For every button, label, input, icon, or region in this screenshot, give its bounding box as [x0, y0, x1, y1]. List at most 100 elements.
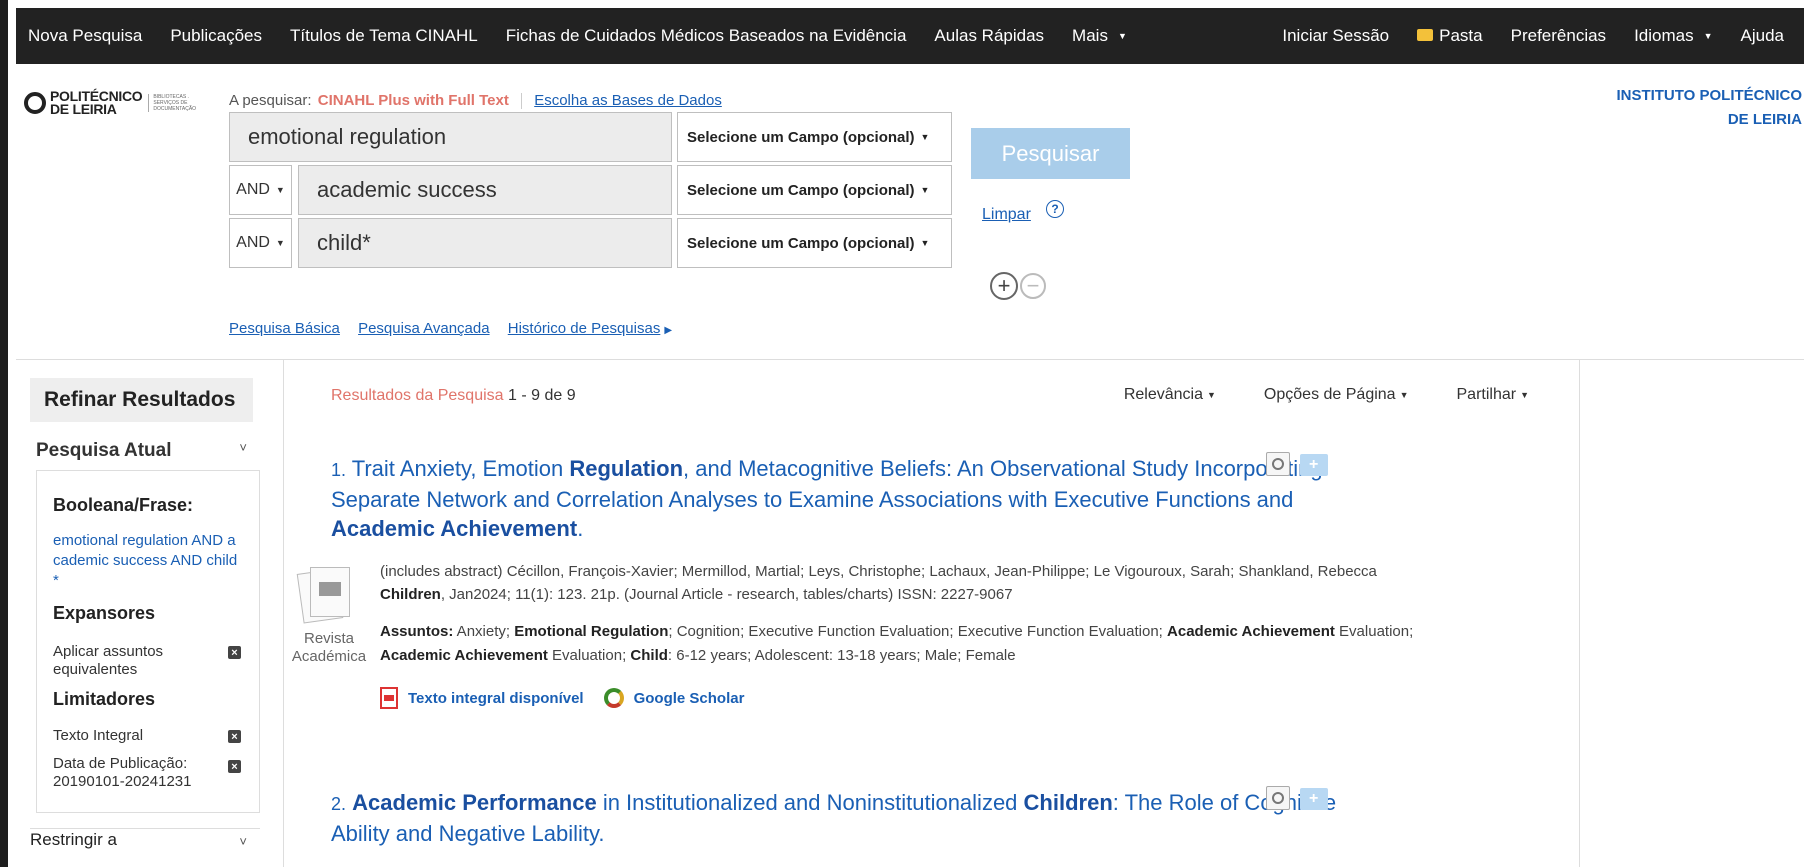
page-options-dropdown[interactable]: Opções de Página ▼ [1240, 386, 1409, 404]
chevron-down-icon: ▼ [1399, 390, 1409, 400]
search-mode-links: Pesquisa Básica Pesquisa Avançada Histór… [229, 320, 672, 337]
source-details: , Jan2024; 11(1): 123. 21p. (Journal Art… [440, 586, 1013, 603]
chevron-down-icon: ▼ [1117, 31, 1127, 41]
title-highlight: Children [1023, 790, 1113, 815]
right-column [1580, 360, 1804, 867]
nav-help[interactable]: Ajuda [1741, 26, 1784, 46]
boolean-operator-2[interactable]: AND ▼ [229, 165, 292, 215]
search-input-2[interactable]: academic success [298, 165, 672, 215]
boolean-operator-3[interactable]: AND ▼ [229, 218, 292, 268]
result-subjects: Assuntos: Anxiety; Emotional Regulation;… [380, 620, 1460, 668]
result-title-2[interactable]: 2. Academic Performance in Institutional… [331, 788, 1381, 848]
nav-preferences[interactable]: Preferências [1511, 26, 1606, 46]
restrict-to-heading[interactable]: Restringir a [30, 830, 117, 850]
remove-expander-icon[interactable]: × [228, 646, 241, 659]
institution-line-2: DE LEIRIA [1727, 111, 1802, 128]
preview-magnifier-icon[interactable] [1266, 786, 1290, 810]
logo-subtext: BIBLIOTECAS . SERVIÇOS DE DOCUMENTAÇÃO [148, 94, 210, 112]
basic-search-link[interactable]: Pesquisa Básica [229, 320, 340, 337]
nav-sign-in[interactable]: Iniciar Sessão [1282, 26, 1389, 46]
clear-link[interactable]: Limpar [982, 206, 1031, 224]
subject-highlight[interactable]: Emotional Regulation [514, 623, 668, 640]
top-nav: Nova Pesquisa Publicações Títulos de Tem… [16, 8, 1804, 64]
nav-evidence-care-sheets[interactable]: Fichas de Cuidados Médicos Baseados na E… [506, 26, 907, 46]
chevron-down-icon[interactable]: ˅ [239, 834, 247, 849]
result-title-1[interactable]: 1. Trait Anxiety, Emotion Regulation, an… [331, 454, 1381, 543]
subject-highlight[interactable]: Academic Achievement [380, 647, 548, 664]
title-highlight: Academic Performance [352, 790, 597, 815]
field-select-3[interactable]: Selecione um Campo (opcional) ▼ [677, 218, 952, 268]
search-history-link[interactable]: Histórico de Pesquisas [508, 320, 661, 337]
search-button[interactable]: Pesquisar [971, 128, 1130, 179]
search-header: POLITÉCNICO DE LEIRIA BIBLIOTECAS . SERV… [16, 64, 1804, 360]
nav-folder-label: Pasta [1439, 26, 1483, 45]
operator-label: AND [236, 234, 270, 251]
share-dropdown[interactable]: Partilhar ▼ [1433, 386, 1530, 404]
nav-new-search[interactable]: Nova Pesquisa [28, 26, 142, 46]
nav-folder[interactable]: Pasta [1417, 26, 1483, 46]
google-scholar-link[interactable]: Google Scholar [634, 690, 745, 707]
google-scholar-icon [603, 688, 624, 708]
field-select-2[interactable]: Selecione um Campo (opcional) ▼ [677, 165, 952, 215]
subject-highlight[interactable]: Academic Achievement [1167, 623, 1335, 640]
field-select-label: Selecione um Campo (opcional) [687, 181, 915, 199]
full-text-link[interactable]: Texto integral disponível [408, 690, 584, 707]
subject-highlight[interactable]: Child [630, 647, 668, 664]
logo-mark-icon [24, 92, 46, 114]
folder-icon [1417, 29, 1434, 41]
searching-line: A pesquisar: CINAHL Plus with Full Text … [229, 92, 722, 110]
search-input-3[interactable]: child* [298, 218, 672, 268]
current-search-heading[interactable]: Pesquisa Atual [36, 440, 172, 462]
results-panel: Resultados da Pesquisa 1 - 9 de 9 Relevâ… [284, 360, 1580, 867]
nav-quick-lessons[interactable]: Aulas Rápidas [934, 26, 1044, 46]
logo-text: POLITÉCNICO DE LEIRIA [50, 88, 143, 117]
subject-text: Evaluation; [1334, 623, 1414, 640]
field-select-label: Selecione um Campo (opcional) [687, 128, 915, 146]
chevron-down-icon: ▼ [1520, 390, 1529, 400]
remove-limiter-icon[interactable]: × [228, 730, 241, 743]
remove-row-minus-icon[interactable]: − [1020, 273, 1046, 299]
field-select-1[interactable]: Selecione um Campo (opcional) ▼ [677, 112, 952, 162]
title-part: . [577, 516, 584, 541]
chevron-down-icon: ▼ [275, 185, 285, 195]
app-frame: Nova Pesquisa Publicações Títulos de Tem… [0, 0, 1804, 867]
add-row-plus-icon[interactable]: + [990, 272, 1018, 300]
database-name: CINAHL Plus with Full Text [317, 92, 509, 109]
help-icon[interactable]: ? [1046, 200, 1064, 218]
add-to-folder-icon[interactable] [1300, 788, 1328, 810]
nav-publications[interactable]: Publicações [170, 26, 262, 46]
results-label: Resultados da Pesquisa [331, 387, 504, 404]
institution-logo[interactable]: POLITÉCNICO DE LEIRIA BIBLIOTECAS . SERV… [24, 88, 210, 117]
preview-magnifier-icon[interactable] [1266, 452, 1290, 476]
add-to-folder-icon[interactable] [1300, 454, 1328, 476]
subject-text: : 6-12 years; Adolescent: 13-18 years; M… [667, 647, 1016, 664]
searching-label: A pesquisar: [229, 92, 312, 109]
remove-limiter-icon[interactable]: × [228, 760, 241, 773]
result-authors: (includes abstract) Cécillon, François-X… [380, 563, 1377, 580]
nav-more[interactable]: Mais ▼ [1072, 26, 1127, 46]
field-select-label: Selecione um Campo (opcional) [687, 234, 915, 252]
boolean-phrase-value[interactable]: emotional regulation AND academic succes… [53, 531, 243, 591]
journal-name: Children [380, 586, 441, 603]
search-input-1[interactable]: emotional regulation [229, 112, 672, 162]
title-part: Trait Anxiety, Emotion [351, 456, 570, 481]
academic-journal-icon [296, 565, 350, 624]
results-header: Resultados da Pesquisa 1 - 9 de 9 [331, 387, 576, 405]
sort-relevance-dropdown[interactable]: Relevância ▼ [1100, 386, 1216, 404]
advanced-search-link[interactable]: Pesquisa Avançada [358, 320, 490, 337]
share-label: Partilhar [1456, 386, 1517, 403]
subject-text: Evaluation; [547, 647, 631, 664]
nav-cinahl-headings[interactable]: Títulos de Tema CINAHL [290, 26, 478, 46]
chevron-down-icon: ▼ [920, 238, 930, 248]
result-number: 1. [331, 460, 347, 480]
title-highlight: Academic Achievement [331, 516, 578, 541]
nav-languages[interactable]: Idiomas ▼ [1634, 26, 1712, 46]
chevron-down-icon[interactable]: ˅ [239, 440, 247, 455]
choose-databases-link[interactable]: Escolha as Bases de Dados [534, 92, 722, 109]
result-number: 2. [331, 794, 347, 814]
divider [521, 93, 523, 110]
nav-languages-label: Idiomas [1634, 26, 1694, 45]
subject-text: ; Cognition; Executive Function Evaluati… [668, 623, 1168, 640]
result-source: Children, Jan2024; 11(1): 123. 21p. (Jou… [380, 583, 1460, 607]
title-part: in Institutionalized and Noninstitutiona… [596, 790, 1024, 815]
